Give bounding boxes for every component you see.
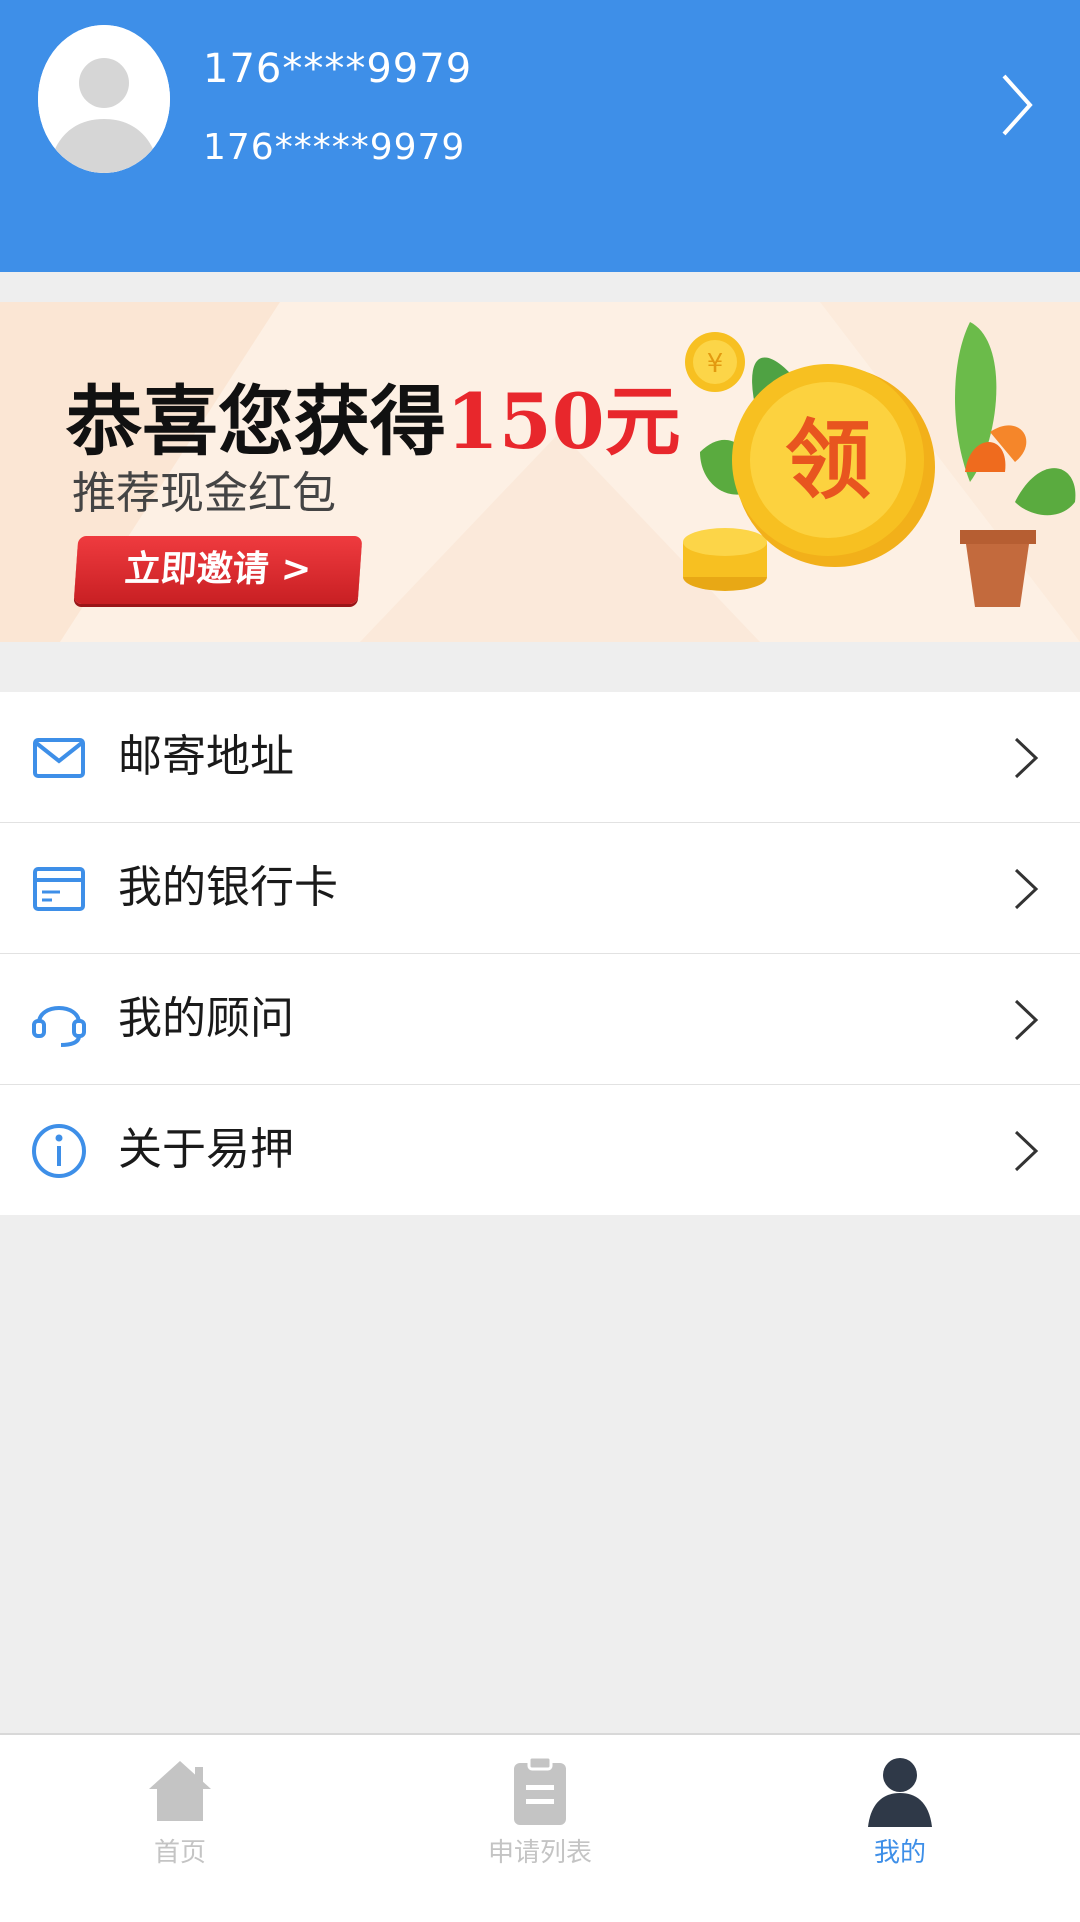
banner-title: 恭喜您获得150元 (66, 360, 681, 470)
banner-subtitle: 推荐现金红包 (72, 468, 336, 519)
bank-card-icon (33, 867, 85, 911)
menu-item-advisor[interactable]: 我的顾问 (0, 954, 1080, 1085)
chevron-right-icon (1014, 1130, 1039, 1172)
svg-text:¥: ¥ (707, 349, 724, 379)
bottom-tab-bar: 首页 申请列表 我的 (0, 1733, 1080, 1922)
menu-item-mailing-address[interactable]: 邮寄地址 (0, 692, 1080, 823)
headset-icon (32, 1006, 86, 1047)
tab-home[interactable]: 首页 (0, 1735, 360, 1922)
home-icon (149, 1761, 211, 1821)
menu-item-label: 关于易押 (118, 1124, 294, 1175)
chevron-right-icon (1014, 737, 1039, 779)
chevron-right-icon (1014, 868, 1039, 910)
tab-mine[interactable]: 我的 (720, 1735, 1080, 1922)
menu-item-label: 我的银行卡 (118, 862, 338, 913)
info-icon (32, 1124, 86, 1178)
default-avatar-icon (38, 25, 170, 173)
avatar[interactable] (38, 25, 170, 173)
menu-item-label: 邮寄地址 (118, 731, 294, 782)
chevron-right-icon (1014, 999, 1039, 1041)
user-name: 176****9979 (203, 46, 473, 92)
coin-label: 领 (785, 410, 871, 511)
tab-label: 我的 (873, 1838, 926, 1868)
menu-item-label: 我的顾问 (118, 993, 294, 1044)
clipboard-icon (514, 1755, 566, 1825)
menu-item-bank-card[interactable]: 我的银行卡 (0, 823, 1080, 954)
menu-item-about[interactable]: 关于易押 (0, 1085, 1080, 1215)
banner-title-text: 恭喜您获得 (66, 377, 446, 466)
tab-label: 首页 (153, 1838, 206, 1868)
profile-header[interactable]: 176****9979 176*****9979 (0, 0, 1080, 272)
user-phone: 176*****9979 (203, 127, 466, 168)
coin-plant-illustration: ¥ 领 (683, 322, 1076, 607)
user-icon (868, 1758, 932, 1827)
mail-icon (33, 738, 85, 778)
tab-label: 申请列表 (487, 1838, 592, 1868)
settings-menu: 邮寄地址 我的银行卡 我的顾问 关于易押 (0, 692, 1080, 1215)
tab-application-list[interactable]: 申请列表 (360, 1735, 720, 1922)
invite-now-button[interactable]: 立即邀请 > (73, 536, 363, 604)
banner-amount: 150元 (446, 377, 681, 466)
chevron-right-icon[interactable] (996, 70, 1036, 140)
